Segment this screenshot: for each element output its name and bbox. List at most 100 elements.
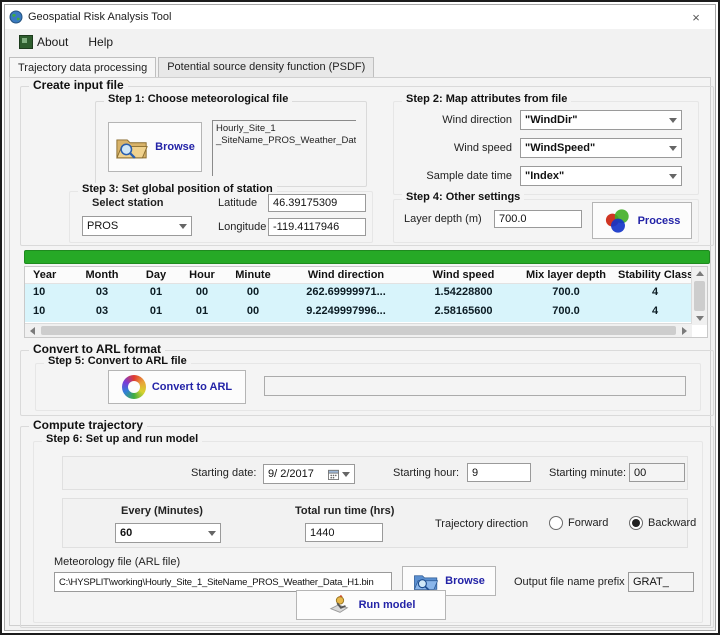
- step2-group: Step 2: Map attributes from file Wind di…: [393, 101, 699, 195]
- scroll-up-icon: [696, 271, 704, 276]
- step1-group: Step 1: Choose meteorological file Brows…: [95, 101, 367, 187]
- cell: 700.0: [516, 303, 616, 322]
- screenshot-frame: Geospatial Risk Analysis Tool × About He…: [0, 0, 720, 635]
- table-row[interactable]: 10 03 01 00 00 262.69999971... 1.5422880…: [25, 284, 707, 303]
- cell: 9.2249997996...: [281, 303, 411, 322]
- starting-date-label: Starting date:: [191, 467, 256, 479]
- col-mix-layer-depth: Mix layer depth: [516, 267, 616, 284]
- forward-radio[interactable]: Forward: [549, 516, 608, 530]
- selected-file-name: Hourly_Site_1 _SiteName_PROS_Weather_Dat…: [212, 120, 356, 176]
- cell: 01: [179, 303, 225, 322]
- vertical-scroll-thumb[interactable]: [694, 281, 705, 311]
- process-button[interactable]: Process: [592, 202, 692, 239]
- sample-date-time-select[interactable]: "Index": [520, 166, 682, 186]
- layer-depth-field[interactable]: [494, 210, 582, 228]
- menu-help[interactable]: Help: [80, 32, 121, 52]
- run-model-icon: [327, 594, 353, 616]
- starting-hour-field[interactable]: [467, 463, 531, 482]
- scroll-right-button[interactable]: [677, 324, 692, 337]
- trajectory-direction-label: Trajectory direction: [435, 518, 528, 530]
- longitude-label: Longitude: [218, 221, 266, 233]
- latitude-field[interactable]: [268, 194, 366, 212]
- processing-progress-bar: [24, 250, 710, 264]
- col-minute: Minute: [225, 267, 281, 284]
- scroll-down-button[interactable]: [692, 312, 707, 325]
- starting-minute-field[interactable]: [629, 463, 685, 482]
- starting-date-picker[interactable]: 9/ 2/2017: [263, 464, 355, 484]
- wind-direction-value: "WindDir": [525, 114, 666, 126]
- title-bar: Geospatial Risk Analysis Tool ×: [5, 5, 715, 29]
- step4-title: Step 4: Other settings: [402, 191, 524, 203]
- cell: 4: [616, 284, 694, 303]
- file-name-line2: _SiteName_PROS_Weather_Data.csv: [216, 135, 353, 147]
- select-station-label: Select station: [92, 197, 164, 209]
- about-icon: [19, 35, 33, 49]
- wind-speed-label: Wind speed: [394, 142, 512, 154]
- run-model-button[interactable]: Run model: [296, 590, 446, 620]
- file-name-line1: Hourly_Site_1: [216, 123, 353, 135]
- menu-bar: About Help: [5, 29, 715, 55]
- step5-group: Step 5: Convert to ARL file Convert to A…: [35, 363, 701, 411]
- longitude-field[interactable]: [268, 218, 366, 236]
- arl-browse-label: Browse: [445, 575, 485, 587]
- dropdown-arrow-icon: [669, 146, 677, 151]
- run-model-label: Run model: [359, 599, 416, 611]
- meteorological-browse-button[interactable]: Browse: [108, 122, 202, 172]
- dropdown-arrow-icon: [342, 472, 350, 477]
- every-minutes-select[interactable]: 60: [115, 523, 221, 543]
- close-button[interactable]: ×: [681, 6, 711, 28]
- col-day: Day: [133, 267, 179, 284]
- browse-label: Browse: [155, 141, 195, 153]
- met-file-path-field[interactable]: [54, 572, 392, 592]
- cell: 00: [179, 284, 225, 303]
- dropdown-arrow-icon: [208, 531, 216, 536]
- backward-radio[interactable]: Backward: [629, 516, 696, 530]
- horizontal-scroll-thumb[interactable]: [41, 326, 676, 335]
- backward-label: Backward: [648, 517, 696, 529]
- step6-title: Step 6: Set up and run model: [42, 433, 202, 445]
- wind-direction-select[interactable]: "WindDir": [520, 110, 682, 130]
- weather-data-table: Year Month Day Hour Minute Wind directio…: [24, 266, 708, 338]
- create-input-file-title: Create input file: [29, 78, 128, 92]
- table-row[interactable]: 10 03 01 01 00 9.2249997996... 2.5816560…: [25, 303, 707, 322]
- col-wind-direction: Wind direction: [281, 267, 411, 284]
- cell: 03: [71, 284, 133, 303]
- dropdown-arrow-icon: [669, 118, 677, 123]
- cell: 262.69999971...: [281, 284, 411, 303]
- cell: 10: [25, 303, 71, 322]
- latitude-label: Latitude: [218, 197, 257, 209]
- radio-checked-icon: [629, 516, 643, 530]
- step2-title: Step 2: Map attributes from file: [402, 93, 571, 105]
- step5-title: Step 5: Convert to ARL file: [44, 355, 191, 367]
- sample-date-time-label: Sample date time: [394, 170, 512, 182]
- scroll-down-icon: [696, 316, 704, 321]
- start-datetime-panel: Starting date: 9/ 2/2017 Starting h: [62, 456, 688, 490]
- col-year: Year: [25, 267, 71, 284]
- tab-trajectory-data-processing[interactable]: Trajectory data processing: [9, 57, 156, 78]
- table-horizontal-scrollbar[interactable]: [25, 323, 692, 337]
- wind-speed-value: "WindSpeed": [525, 142, 666, 154]
- tab-psdf[interactable]: Potential source density function (PSDF): [158, 57, 374, 77]
- station-select[interactable]: PROS: [82, 216, 192, 236]
- scroll-up-button[interactable]: [692, 267, 707, 280]
- output-prefix-field[interactable]: [628, 572, 694, 592]
- menu-about[interactable]: About: [11, 32, 76, 52]
- convert-to-arl-button[interactable]: Convert to ARL: [108, 370, 246, 404]
- radio-unchecked-icon: [549, 516, 563, 530]
- app-window: Geospatial Risk Analysis Tool × About He…: [4, 4, 716, 631]
- step3-group: Step 3: Set global position of station S…: [69, 191, 373, 243]
- tab-page-content: Create input file Step 1: Choose meteoro…: [9, 77, 711, 626]
- scroll-left-button[interactable]: [25, 324, 40, 337]
- cell: 01: [133, 284, 179, 303]
- compute-group-title: Compute trajectory: [29, 418, 147, 432]
- output-prefix-label: Output file name prefix: [514, 576, 625, 588]
- every-minutes-label: Every (Minutes): [121, 505, 203, 517]
- cell: 1.54228800: [411, 284, 516, 303]
- color-ring-icon: [122, 375, 146, 399]
- tab-strip: Trajectory data processing Potential sou…: [5, 55, 715, 77]
- cell: 00: [225, 303, 281, 322]
- wind-speed-select[interactable]: "WindSpeed": [520, 138, 682, 158]
- total-run-time-field[interactable]: [305, 523, 383, 542]
- table-vertical-scrollbar[interactable]: [691, 267, 707, 325]
- convert-button-label: Convert to ARL: [152, 381, 232, 393]
